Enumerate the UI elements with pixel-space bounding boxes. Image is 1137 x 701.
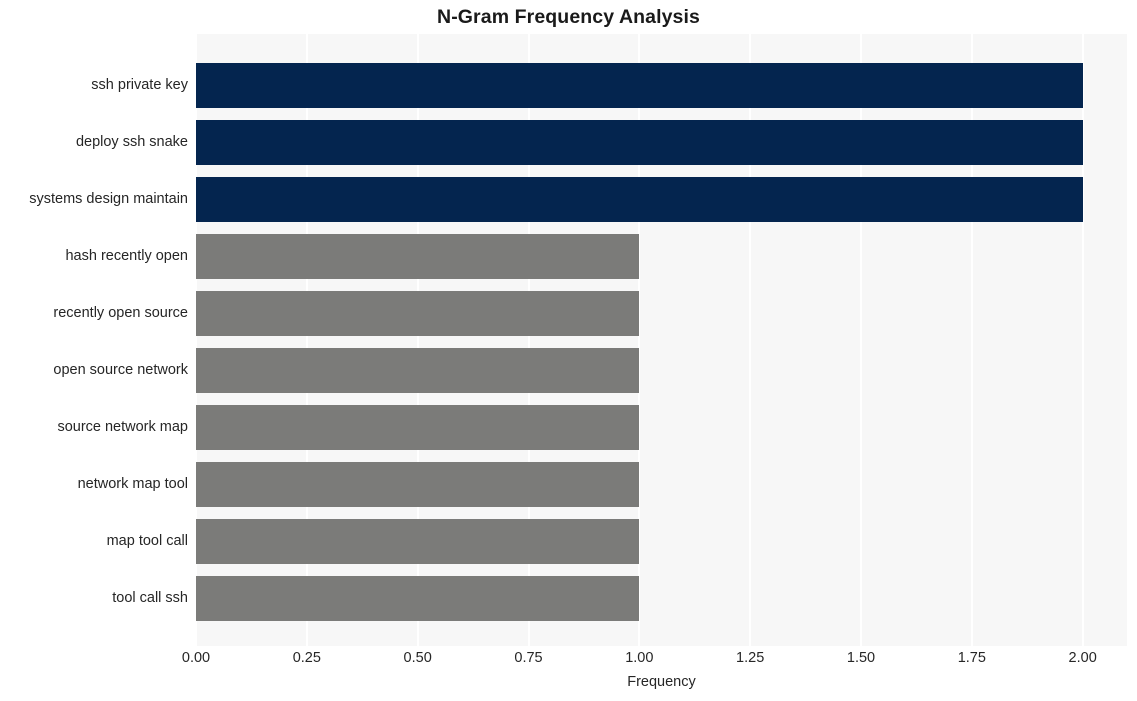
x-axis-tick-label: 1.50 xyxy=(846,650,876,666)
x-axis-tick-label: 2.00 xyxy=(1068,650,1097,666)
y-axis-tick-label: tool call ssh xyxy=(112,589,188,606)
y-axis-tick-label: open source network xyxy=(53,361,188,378)
x-axis-tick-label: 0.75 xyxy=(514,650,543,666)
bar xyxy=(196,576,640,621)
bar xyxy=(196,348,640,393)
y-axis-tick-label: deploy ssh snake xyxy=(75,133,188,150)
bar xyxy=(196,462,640,507)
plot-area xyxy=(196,34,1127,646)
bar xyxy=(196,177,1083,222)
bar xyxy=(196,519,640,564)
x-axis-tick-label: 1.25 xyxy=(736,650,765,666)
chart-title: N-Gram Frequency Analysis xyxy=(437,6,700,28)
y-axis-tick-label: network map tool xyxy=(77,475,188,492)
bar xyxy=(196,234,640,279)
y-axis-tick-label: recently open source xyxy=(53,304,188,321)
x-axis-tick-label: 0.25 xyxy=(292,650,321,666)
x-axis-tick-labels: 0.00 0.25 0.50 0.75 1.00 1.25 1.50 1.75 2.00 xyxy=(182,650,1127,672)
y-axis-tick-label: systems design maintain xyxy=(29,190,188,207)
bar xyxy=(196,291,640,336)
x-axis-tick-label: 1.75 xyxy=(957,650,986,666)
bar xyxy=(196,405,640,450)
x-axis-tick-label: 0.00 xyxy=(181,650,211,666)
x-axis-tick-label: 1.00 xyxy=(625,650,654,666)
y-axis-tick-labels: ssh private key deploy ssh snake systems d… xyxy=(0,34,188,646)
bar xyxy=(196,63,1083,108)
x-axis-title: Frequency xyxy=(627,674,696,690)
y-axis-tick-label: ssh private key xyxy=(91,76,188,93)
chart-figure: N-Gram Frequency Analysis ssh private ke… xyxy=(0,0,1137,701)
y-axis-tick-label: hash recently open xyxy=(65,247,188,264)
y-axis-tick-label: source network map xyxy=(57,418,188,435)
bar xyxy=(196,120,1083,165)
x-axis-tick-label: 0.50 xyxy=(403,650,432,666)
y-axis-tick-label: map tool call xyxy=(106,532,188,549)
